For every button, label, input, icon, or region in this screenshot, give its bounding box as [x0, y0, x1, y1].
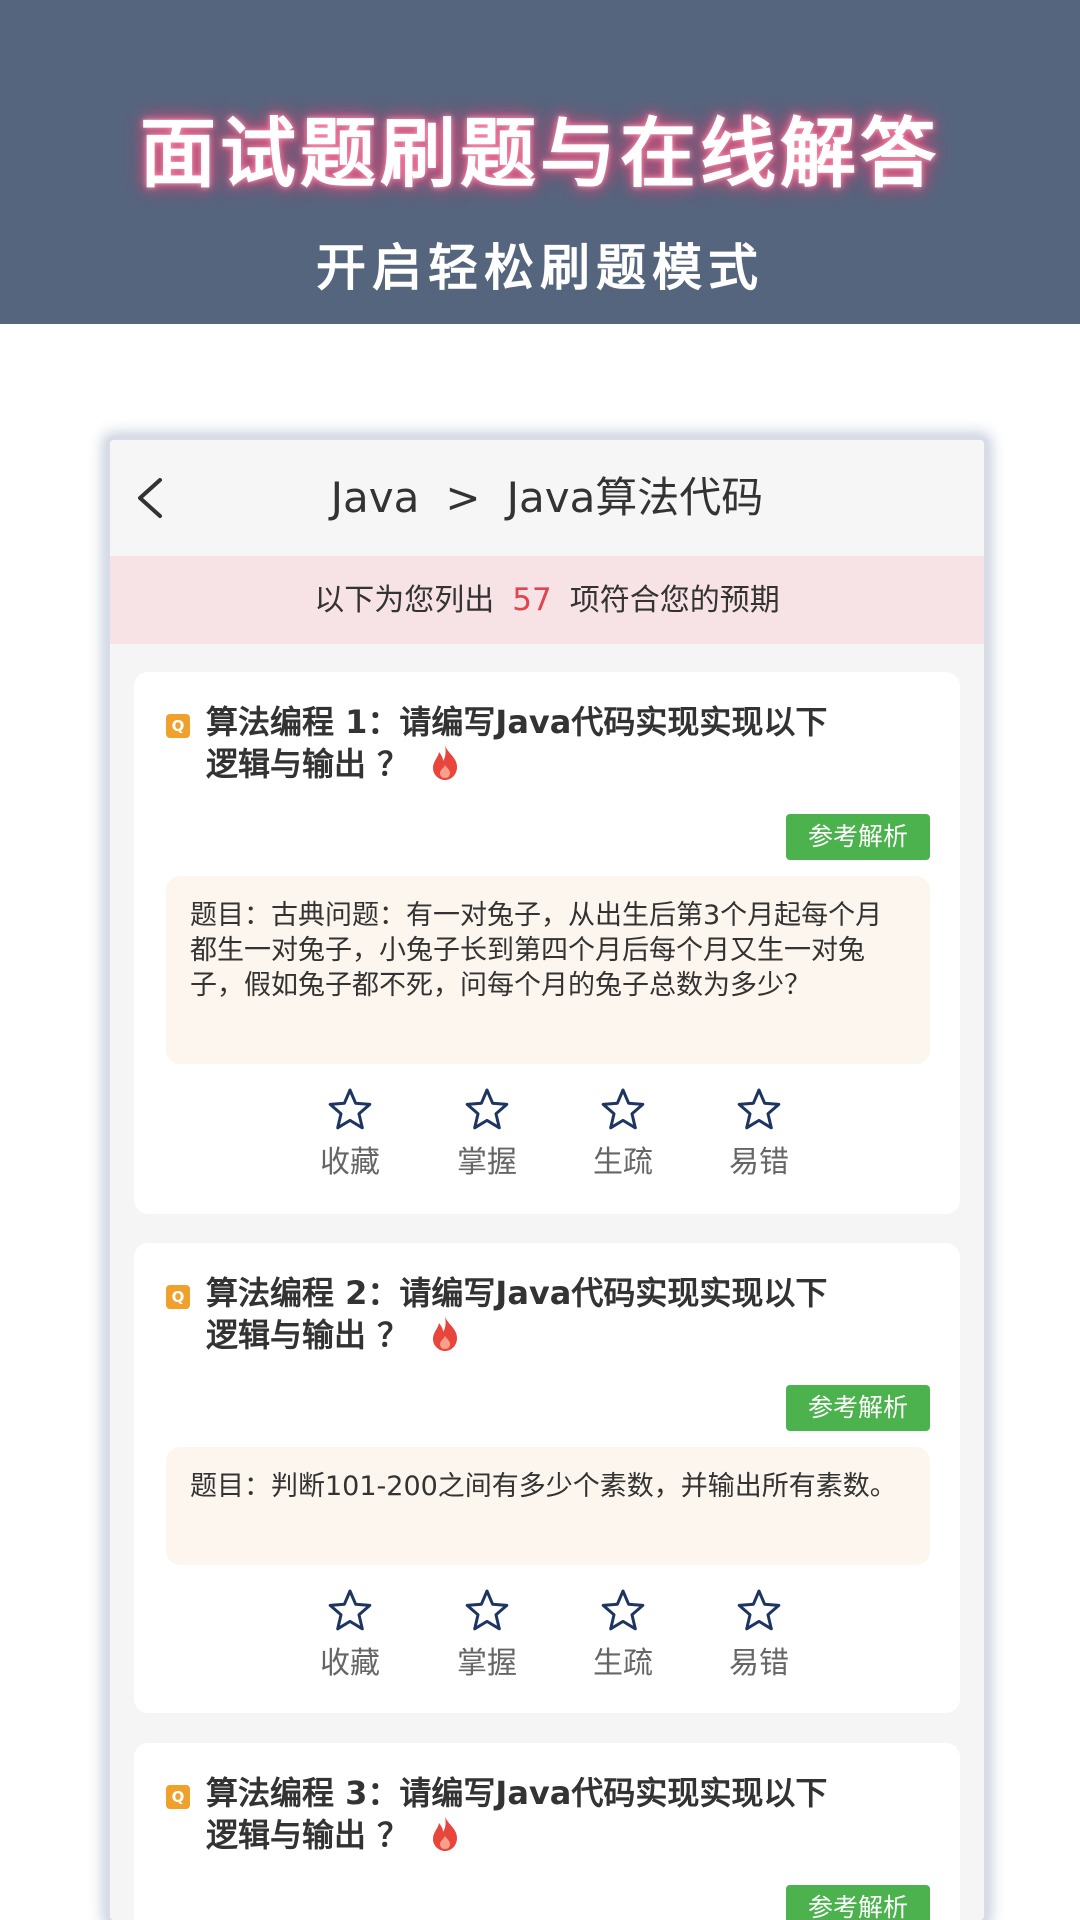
fire-icon	[433, 1316, 458, 1351]
error-prone-button[interactable]: 易错	[709, 1087, 809, 1197]
question-actions: 收藏 掌握 生疏 易错	[134, 1588, 960, 1698]
reference-answer-button[interactable]: 参考解析	[786, 1385, 930, 1431]
error-prone-button[interactable]: 易错	[709, 1588, 809, 1698]
mastered-label: 掌握	[457, 1145, 517, 1180]
chevron-left-icon[interactable]	[130, 470, 174, 526]
error-prone-label: 易错	[729, 1646, 789, 1681]
star-outline-icon	[465, 1088, 509, 1130]
question-title-line1: 算法编程 3：请编写Java代码实现实现以下	[206, 1774, 828, 1812]
notice-suffix: 项符合您的预期	[569, 583, 780, 618]
star-outline-icon	[328, 1589, 372, 1631]
breadcrumb-item-current: Java算法代码	[506, 473, 764, 522]
favorite-button[interactable]: 收藏	[300, 1588, 400, 1698]
result-count-notice: 以下为您列出 57 项符合您的预期	[110, 556, 984, 644]
reference-answer-button[interactable]: 参考解析	[786, 814, 930, 860]
question-content: 题目：判断101-200之间有多少个素数，并输出所有素数。	[166, 1447, 930, 1565]
star-outline-icon	[328, 1088, 372, 1130]
result-count: 57	[512, 582, 552, 618]
notice-prefix: 以下为您列出	[314, 583, 495, 618]
banner-title: 面试题刷题与在线解答	[140, 109, 940, 198]
unfamiliar-label: 生疏	[593, 1145, 653, 1180]
question-title-line1: 算法编程 2：请编写Java代码实现实现以下	[206, 1274, 828, 1312]
mastered-label: 掌握	[457, 1646, 517, 1681]
star-outline-icon	[601, 1088, 645, 1130]
question-card[interactable]: Q 算法编程 2：请编写Java代码实现实现以下 逻辑与输出 ？ 参考解析 题目…	[134, 1243, 960, 1713]
question-card[interactable]: Q 算法编程 1：请编写Java代码实现实现以下 逻辑与输出 ？ 参考解析 题目…	[134, 672, 960, 1214]
error-prone-label: 易错	[729, 1145, 789, 1180]
favorite-button[interactable]: 收藏	[300, 1087, 400, 1197]
unfamiliar-button[interactable]: 生疏	[573, 1087, 673, 1197]
question-title[interactable]: 算法编程 1：请编写Java代码实现实现以下 逻辑与输出 ？	[206, 702, 946, 785]
app-screen: Java > Java算法代码 以下为您列出 57 项符合您的预期 Q 算法编程 1：请…	[110, 440, 984, 1920]
mastered-button[interactable]: 掌握	[437, 1087, 537, 1197]
unfamiliar-button[interactable]: 生疏	[573, 1588, 673, 1698]
question-actions: 收藏 掌握 生疏 易错	[134, 1087, 960, 1197]
question-card[interactable]: Q 算法编程 3：请编写Java代码实现实现以下 逻辑与输出 ？ 参考解析	[134, 1743, 960, 1920]
question-badge-icon: Q	[166, 714, 190, 738]
question-title-line2: 逻辑与输出 ？	[206, 745, 410, 783]
fire-icon	[433, 1816, 458, 1851]
promo-banner: 面试题刷题与在线解答 开启轻松刷题模式	[0, 0, 1080, 324]
star-outline-icon	[465, 1589, 509, 1631]
star-outline-icon	[601, 1589, 645, 1631]
reference-answer-button[interactable]: 参考解析	[786, 1885, 930, 1920]
unfamiliar-label: 生疏	[593, 1646, 653, 1681]
question-title[interactable]: 算法编程 3：请编写Java代码实现实现以下 逻辑与输出 ？	[206, 1773, 946, 1856]
breadcrumb-separator: >	[445, 473, 481, 522]
star-outline-icon	[737, 1589, 781, 1631]
mastered-button[interactable]: 掌握	[437, 1588, 537, 1698]
nav-bar: Java > Java算法代码	[110, 440, 984, 556]
star-outline-icon	[737, 1088, 781, 1130]
favorite-label: 收藏	[320, 1145, 380, 1180]
favorite-label: 收藏	[320, 1646, 380, 1681]
banner-subtitle: 开启轻松刷题模式	[316, 239, 764, 297]
question-title[interactable]: 算法编程 2：请编写Java代码实现实现以下 逻辑与输出 ？	[206, 1273, 946, 1356]
breadcrumb: Java > Java算法代码	[190, 468, 904, 528]
question-title-line1: 算法编程 1：请编写Java代码实现实现以下	[206, 703, 828, 741]
question-badge-icon: Q	[166, 1285, 190, 1309]
question-badge-icon: Q	[166, 1785, 190, 1809]
question-title-line2: 逻辑与输出 ？	[206, 1816, 410, 1854]
fire-icon	[433, 745, 458, 780]
breadcrumb-item-java[interactable]: Java	[331, 468, 420, 528]
question-content: 题目：古典问题：有一对兔子，从出生后第3个月起每个月都生一对兔子，小兔子长到第四…	[166, 876, 930, 1064]
question-title-line2: 逻辑与输出 ？	[206, 1316, 410, 1354]
